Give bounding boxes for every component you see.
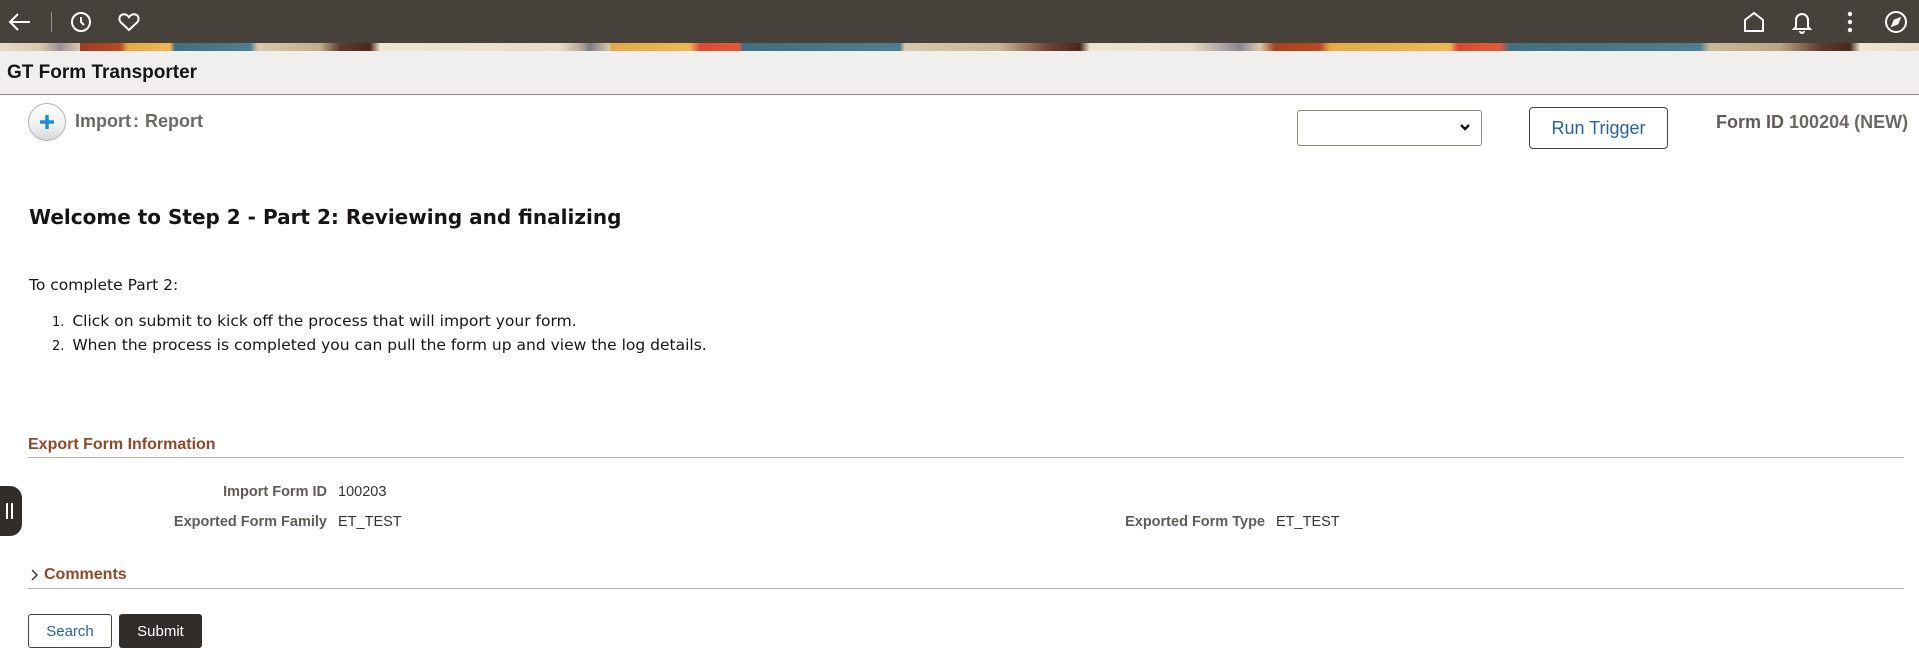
top-navigation-bar bbox=[0, 0, 1919, 43]
instruction-text: Click on submit to kick off the process … bbox=[72, 312, 577, 330]
instruction-number: 1. bbox=[52, 315, 65, 330]
back-button[interactable] bbox=[6, 8, 34, 36]
toolbar-divider bbox=[51, 12, 52, 32]
form-id-display: Form ID 100204 (NEW) bbox=[1716, 112, 1908, 133]
exported-form-family-value: ET_TEST bbox=[338, 514, 402, 530]
comments-section-toggle[interactable]: Comments bbox=[30, 566, 127, 584]
instruction-item: 1. Click on submit to kick off the proce… bbox=[52, 310, 707, 334]
navigator-button[interactable] bbox=[1882, 8, 1910, 36]
comments-divider bbox=[28, 588, 1904, 589]
export-form-info-title: Export Form Information bbox=[28, 436, 216, 453]
notifications-button[interactable] bbox=[1788, 8, 1816, 36]
comments-label: Comments bbox=[44, 566, 127, 583]
back-arrow-icon bbox=[8, 13, 30, 31]
submit-button[interactable]: Submit bbox=[119, 614, 202, 648]
recent-places-button[interactable] bbox=[67, 8, 95, 36]
run-trigger-button[interactable]: Run Trigger bbox=[1529, 107, 1668, 149]
search-button[interactable]: Search bbox=[28, 614, 112, 648]
exported-form-family-label: Exported Form Family bbox=[173, 514, 327, 530]
instruction-number: 2. bbox=[52, 339, 65, 354]
drag-handle-icon bbox=[5, 503, 13, 519]
breadcrumb-import: Import bbox=[75, 111, 131, 131]
actions-menu-button[interactable] bbox=[1836, 8, 1864, 36]
plus-icon bbox=[40, 115, 54, 129]
action-select[interactable] bbox=[1297, 110, 1482, 146]
page-title: GT Form Transporter bbox=[7, 62, 198, 83]
breadcrumb-report: Report bbox=[145, 111, 203, 131]
exported-form-type-label: Exported Form Type bbox=[1125, 514, 1265, 530]
import-form-id-value: 100203 bbox=[338, 484, 387, 500]
instructions-intro: To complete Part 2: bbox=[29, 276, 179, 294]
exported-form-type-value: ET_TEST bbox=[1276, 514, 1340, 530]
decorative-banner bbox=[0, 43, 1919, 51]
chevron-right-icon bbox=[31, 569, 38, 581]
clock-icon bbox=[71, 12, 91, 32]
import-form-id-label: Import Form ID bbox=[223, 484, 327, 500]
instructions-list: 1. Click on submit to kick off the proce… bbox=[52, 310, 707, 358]
section-divider bbox=[28, 457, 1904, 458]
instruction-item: 2. When the process is completed you can… bbox=[52, 334, 707, 358]
form-id-label: Form ID bbox=[1716, 112, 1785, 132]
bell-icon bbox=[1791, 13, 1813, 34]
form-id-value: 100204 (NEW) bbox=[1789, 112, 1909, 132]
home-button[interactable] bbox=[1740, 8, 1768, 36]
breadcrumb: Import: Report bbox=[75, 111, 203, 132]
compass-icon bbox=[1885, 11, 1907, 33]
more-vertical-icon bbox=[1847, 11, 1853, 33]
favorites-button[interactable] bbox=[115, 8, 143, 36]
chevron-down-icon bbox=[1460, 124, 1470, 131]
page-title-bar: GT Form Transporter bbox=[0, 51, 1919, 95]
side-drawer-handle[interactable] bbox=[0, 486, 22, 536]
heart-icon bbox=[118, 13, 140, 32]
step-heading: Welcome to Step 2 - Part 2: Reviewing an… bbox=[29, 205, 622, 229]
add-button[interactable] bbox=[28, 103, 66, 141]
instruction-text: When the process is completed you can pu… bbox=[72, 336, 707, 354]
home-icon bbox=[1744, 11, 1764, 32]
breadcrumb-separator: : bbox=[133, 111, 139, 131]
